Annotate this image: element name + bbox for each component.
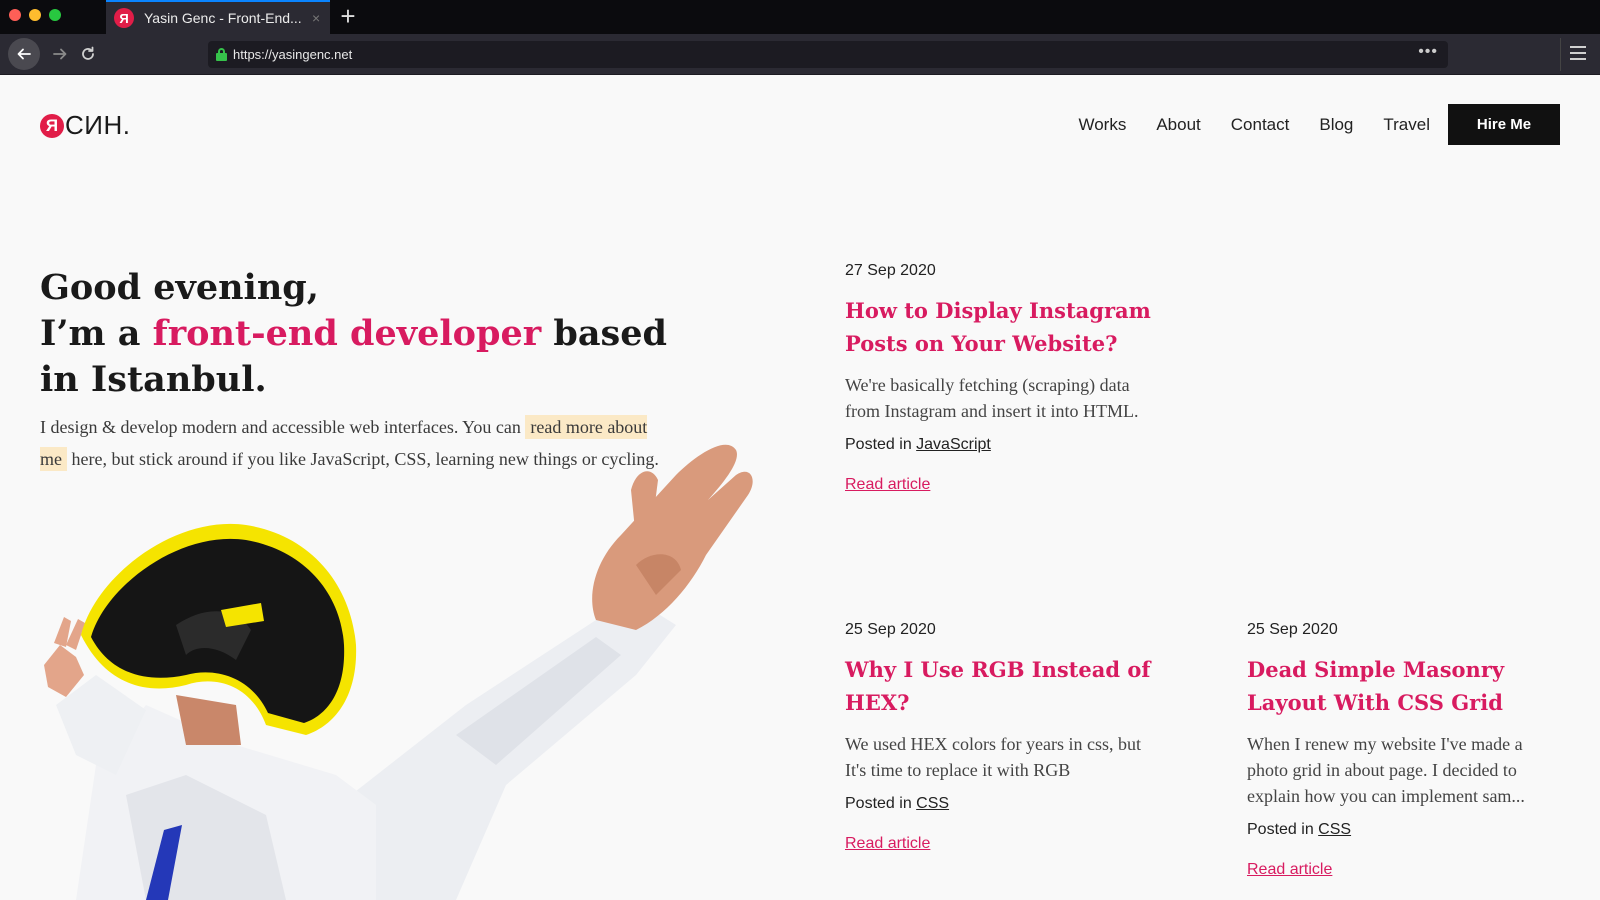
article-card: 25 Sep 2020 Why I Use RGB Instead of HEX… xyxy=(845,621,1165,853)
article-title[interactable]: Dead Simple Masonry Layout With CSS Grid xyxy=(1247,653,1562,719)
tab-close-icon[interactable]: × xyxy=(312,10,320,26)
nav-contact[interactable]: Contact xyxy=(1231,115,1290,135)
hero-intro-post: here, but stick around if you like JavaS… xyxy=(67,449,659,469)
new-tab-button[interactable]: + xyxy=(335,2,361,30)
article-date: 27 Sep 2020 xyxy=(845,262,936,279)
hero-line-2-pre: I’m a xyxy=(40,313,153,354)
read-article-link[interactable]: Read article xyxy=(1247,861,1332,879)
back-button[interactable] xyxy=(8,38,40,70)
tab-title: Yasin Genc - Front-End... xyxy=(144,10,302,26)
browser-titlebar: Я Yasin Genc - Front-End... × + xyxy=(0,0,1600,34)
article-category-link[interactable]: CSS xyxy=(916,795,949,812)
logo-text: СИН. xyxy=(65,110,131,140)
forward-arrow-icon xyxy=(53,48,67,60)
article-category-link[interactable]: JavaScript xyxy=(916,436,991,453)
hero-accent: front-end developer xyxy=(152,313,542,354)
article-card: 25 Sep 2020 Dead Simple Masonry Layout W… xyxy=(1247,621,1562,879)
close-window-button[interactable] xyxy=(9,9,21,21)
article-posted-in: Posted in JavaScript xyxy=(845,436,1165,454)
browser-tab-active[interactable]: Я Yasin Genc - Front-End... × xyxy=(106,0,330,34)
reload-icon xyxy=(82,46,94,60)
article-date: 25 Sep 2020 xyxy=(1247,621,1338,638)
hire-me-button[interactable]: Hire Me xyxy=(1448,104,1560,145)
article-card: 27 Sep 2020 How to Display Instagram Pos… xyxy=(845,262,1165,494)
maximize-window-button[interactable] xyxy=(49,9,61,21)
address-bar[interactable]: https://yasingenc.net ••• xyxy=(208,41,1448,68)
posted-prefix: Posted in xyxy=(845,436,917,453)
article-posted-in: Posted in CSS xyxy=(845,795,1165,813)
hero-intro-pre: I design & develop modern and accessible… xyxy=(40,417,526,437)
reload-button[interactable] xyxy=(72,38,104,70)
nav-about[interactable]: About xyxy=(1156,115,1200,135)
nav-works[interactable]: Works xyxy=(1078,115,1126,135)
article-title[interactable]: How to Display Instagram Posts on Your W… xyxy=(845,294,1165,360)
toolbar-divider xyxy=(1560,38,1561,71)
hero-line-1: Good evening, xyxy=(40,267,319,308)
more-icon[interactable]: ••• xyxy=(1418,43,1438,61)
hero-intro: I design & develop modern and accessible… xyxy=(40,411,670,475)
nav-travel[interactable]: Travel xyxy=(1383,115,1430,135)
read-article-link[interactable]: Read article xyxy=(845,835,930,853)
article-excerpt: We're basically fetching (scraping) data… xyxy=(845,375,1139,421)
page-content: Я СИН. Works About Contact Blog Travel H… xyxy=(0,75,1600,900)
posted-prefix: Posted in xyxy=(845,795,917,812)
tab-favicon-icon: Я xyxy=(114,8,134,28)
lock-icon xyxy=(216,48,227,61)
article-excerpt: We used HEX colors for years in css, but… xyxy=(845,734,1141,780)
article-title[interactable]: Why I Use RGB Instead of HEX? xyxy=(845,653,1165,719)
back-arrow-icon xyxy=(17,48,31,60)
read-article-link[interactable]: Read article xyxy=(845,476,930,494)
hero-line-2-post: based xyxy=(541,313,667,354)
article-category-link[interactable]: CSS xyxy=(1318,821,1351,838)
article-posted-in: Posted in CSS xyxy=(1247,821,1562,839)
hamburger-menu-icon[interactable] xyxy=(1570,46,1586,60)
url-text: https://yasingenc.net xyxy=(233,47,353,62)
article-date: 25 Sep 2020 xyxy=(845,621,936,638)
nav-blog[interactable]: Blog xyxy=(1319,115,1353,135)
article-excerpt: When I renew my website I've made a phot… xyxy=(1247,734,1525,806)
minimize-window-button[interactable] xyxy=(29,9,41,21)
logo-badge: Я xyxy=(40,113,64,138)
main-nav: Works About Contact Blog Travel xyxy=(1078,115,1430,135)
site-logo[interactable]: Я СИН. xyxy=(40,110,130,141)
posted-prefix: Posted in xyxy=(1247,821,1319,838)
browser-toolbar: https://yasingenc.net ••• xyxy=(0,34,1600,75)
